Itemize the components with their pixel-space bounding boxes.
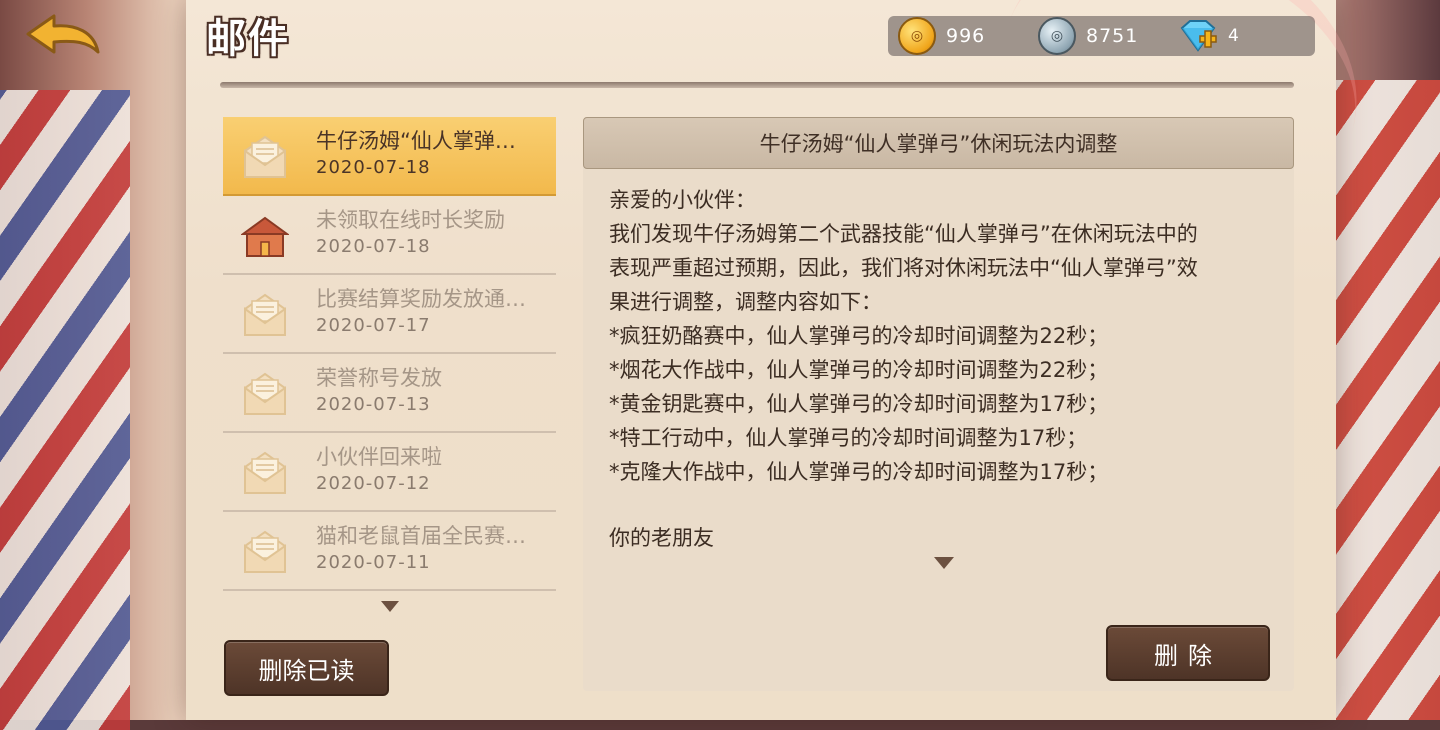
- silver-amount: 8751: [1086, 25, 1139, 47]
- mail-content-line: 果进行调整，调整内容如下：: [609, 290, 882, 314]
- house-icon: [239, 212, 291, 260]
- mail-content-line: *克隆大作战中，仙人掌弹弓的冷却时间调整为17秒；: [609, 460, 1109, 484]
- striped-border-right: [1330, 80, 1440, 720]
- header-divider: [220, 82, 1294, 88]
- mail-date: 2020-07-18: [316, 157, 431, 178]
- envelope-open-icon: [241, 449, 289, 497]
- silver-coin-icon: ◎: [1038, 17, 1076, 55]
- mail-content-line: *特工行动中，仙人掌弹弓的冷却时间调整为17秒；: [609, 426, 1088, 450]
- diamond-currency[interactable]: 4: [1178, 16, 1240, 56]
- mail-subject: 荣誉称号发放: [316, 366, 442, 390]
- currency-bar: ◎ 996 ◎ 8751 4: [888, 16, 1315, 56]
- mail-date: 2020-07-18: [316, 236, 431, 257]
- back-arrow-icon: [26, 14, 100, 54]
- envelope-open-icon: [241, 528, 289, 576]
- back-button[interactable]: [24, 12, 104, 60]
- gold-amount: 996: [946, 25, 986, 47]
- mail-list-item[interactable]: 牛仔汤姆“仙人掌弹… 2020-07-18: [223, 117, 556, 196]
- mail-date: 2020-07-13: [316, 394, 431, 415]
- diamond-add-icon[interactable]: [1178, 18, 1218, 54]
- mail-signature: 你的老朋友: [609, 526, 714, 550]
- gold-coin-icon: ◎: [898, 17, 936, 55]
- mail-date: 2020-07-11: [316, 552, 431, 573]
- envelope-open-icon: [241, 291, 289, 339]
- mail-date: 2020-07-12: [316, 473, 431, 494]
- mail-content-line: 亲爱的小伙伴：: [609, 188, 756, 212]
- delete-button[interactable]: 删除: [1106, 625, 1270, 681]
- mail-content-line: *疯狂奶酪赛中，仙人掌弹弓的冷却时间调整为22秒；: [609, 324, 1109, 348]
- mail-content-line: 我们发现牛仔汤姆第二个武器技能“仙人掌弹弓”在休闲玩法中的: [609, 222, 1198, 246]
- list-scroll-down-icon[interactable]: [381, 601, 399, 612]
- mail-subject: 比赛结算奖励发放通…: [316, 287, 526, 311]
- mail-content-panel: 牛仔汤姆“仙人掌弹弓”休闲玩法内调整 亲爱的小伙伴： 我们发现牛仔汤姆第二个武器技…: [583, 117, 1294, 691]
- mail-subject: 牛仔汤姆“仙人掌弹…: [316, 129, 516, 153]
- mail-list-item[interactable]: 未领取在线时长奖励 2020-07-18: [223, 196, 556, 275]
- mail-list-item[interactable]: 小伙伴回来啦 2020-07-12: [223, 433, 556, 512]
- envelope-open-icon: [241, 370, 289, 418]
- mail-subject: 未领取在线时长奖励: [316, 208, 505, 232]
- striped-border-left: [0, 90, 130, 730]
- mail-content-body: 亲爱的小伙伴： 我们发现牛仔汤姆第二个武器技能“仙人掌弹弓”在休闲玩法中的 表现严重…: [609, 183, 1279, 555]
- mail-content-line: 表现严重超过预期，因此，我们将对休闲玩法中“仙人掌弹弓”效: [609, 256, 1198, 280]
- delete-read-button[interactable]: 删除已读: [224, 640, 389, 696]
- mail-list-item[interactable]: 比赛结算奖励发放通… 2020-07-17: [223, 275, 556, 354]
- mail-content-line: *黄金钥匙赛中，仙人掌弹弓的冷却时间调整为17秒；: [609, 392, 1109, 416]
- envelope-open-icon: [241, 133, 289, 181]
- mail-subject: 猫和老鼠首届全民赛…: [316, 524, 526, 548]
- mail-date: 2020-07-17: [316, 315, 431, 336]
- diamond-amount: 4: [1228, 26, 1240, 46]
- mail-list-item[interactable]: 荣誉称号发放 2020-07-13: [223, 354, 556, 433]
- gold-currency: ◎ 996: [898, 16, 985, 56]
- mail-list[interactable]: 牛仔汤姆“仙人掌弹… 2020-07-18 未领取在线时长奖励 2020-07-18 比…: [223, 117, 556, 591]
- mail-list-item[interactable]: 猫和老鼠首届全民赛… 2020-07-11: [223, 512, 556, 591]
- mail-subject: 小伙伴回来啦: [316, 445, 442, 469]
- mail-content-title: 牛仔汤姆“仙人掌弹弓”休闲玩法内调整: [583, 117, 1294, 169]
- page-title: 邮件: [206, 16, 290, 62]
- content-scroll-down-icon[interactable]: [934, 557, 954, 569]
- silver-currency: ◎ 8751: [1038, 16, 1138, 56]
- mail-content-line: *烟花大作战中，仙人掌弹弓的冷却时间调整为22秒；: [609, 358, 1109, 382]
